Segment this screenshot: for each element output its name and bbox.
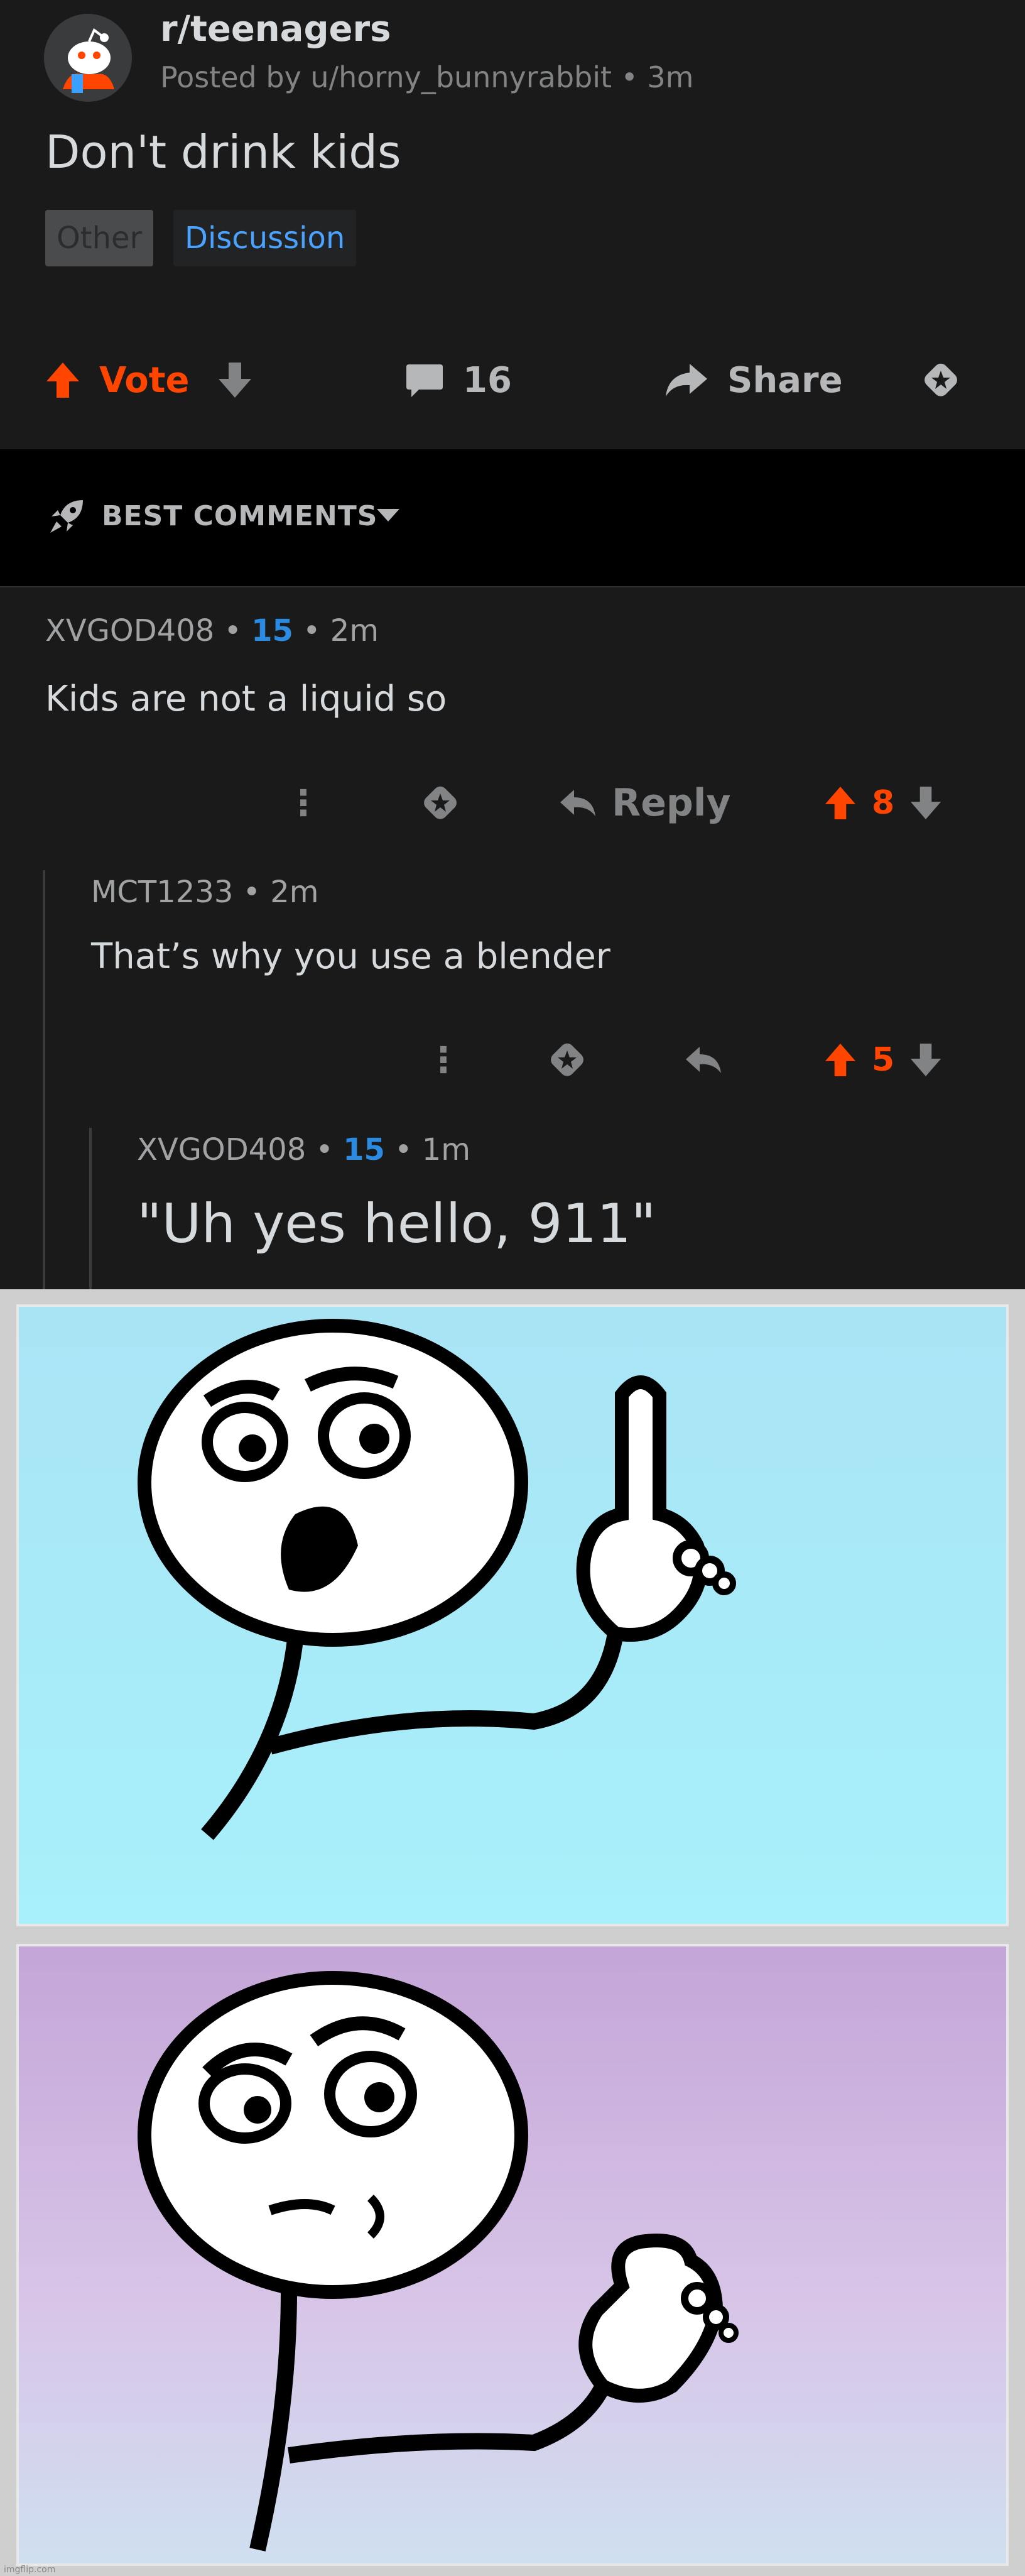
comment-vote-control: 5 bbox=[824, 1029, 942, 1091]
comment-actions: ⋮ bbox=[286, 772, 321, 834]
watermark: imgflip.com bbox=[4, 2565, 56, 2575]
comment-body: "Uh yes hello, 911" bbox=[137, 1192, 656, 1255]
comment-vote-control: 8 bbox=[824, 772, 942, 834]
comments-button[interactable]: 16 bbox=[405, 349, 512, 412]
share-label: Share bbox=[727, 359, 843, 401]
downvote-icon[interactable] bbox=[909, 785, 942, 821]
comment-author[interactable]: XVGOD408 bbox=[137, 1132, 306, 1167]
comment-meta: MCT1233 • 2m bbox=[91, 875, 319, 910]
stick-figure-pointing bbox=[138, 1319, 736, 1840]
award-button[interactable] bbox=[920, 349, 962, 412]
comment-meta: XVGOD408 • 15 • 2m bbox=[45, 613, 379, 648]
subreddit-avatar[interactable] bbox=[44, 14, 132, 102]
reply-label: Reply bbox=[612, 781, 731, 825]
upvote-icon[interactable] bbox=[45, 361, 80, 399]
comment-author[interactable]: XVGOD408 bbox=[45, 613, 214, 648]
reddit-post-screen: r/teenagers Posted by u/horny_bunnyrabbi… bbox=[0, 0, 1025, 1289]
comment-age: 2m bbox=[270, 875, 319, 910]
subreddit-name[interactable]: r/teenagers bbox=[160, 9, 391, 50]
vote-count: 8 bbox=[872, 784, 895, 822]
reply-button[interactable]: Reply bbox=[559, 772, 731, 834]
comment-age: 2m bbox=[330, 613, 379, 648]
post-byline: Posted by u/horny_bunnyrabbit • 3m bbox=[160, 60, 694, 94]
downvote-icon[interactable] bbox=[909, 1042, 942, 1078]
award-icon bbox=[925, 363, 957, 396]
comment-award-wrap bbox=[420, 772, 461, 834]
divider bbox=[0, 586, 1025, 587]
rocket-icon bbox=[50, 500, 83, 533]
comment-meta: XVGOD408 • 15 • 1m bbox=[137, 1132, 471, 1167]
comment-age: 1m bbox=[421, 1132, 471, 1167]
award-icon[interactable] bbox=[546, 1039, 588, 1081]
upvote-icon[interactable] bbox=[824, 1042, 857, 1078]
reply-button[interactable] bbox=[685, 1029, 722, 1091]
share-icon bbox=[666, 364, 707, 396]
comment-icon bbox=[406, 364, 443, 397]
thread-line[interactable] bbox=[89, 1128, 92, 1289]
caret-down-icon[interactable] bbox=[376, 508, 401, 523]
reply-icon bbox=[560, 790, 595, 816]
meme-image: imgflip.com bbox=[0, 1289, 1025, 2576]
reply-icon bbox=[686, 1047, 721, 1073]
meme-panel-top bbox=[16, 1304, 1009, 1926]
more-icon[interactable]: ⋮ bbox=[426, 1040, 461, 1081]
author-score: 15 bbox=[343, 1132, 385, 1167]
sort-label[interactable]: BEST COMMENTS bbox=[102, 500, 377, 532]
flair-discussion[interactable]: Discussion bbox=[173, 210, 357, 266]
flair-other[interactable]: Other bbox=[45, 210, 154, 266]
thread-line[interactable] bbox=[43, 870, 45, 1289]
vote-control: Vote bbox=[45, 349, 252, 412]
vote-count: 5 bbox=[872, 1041, 895, 1079]
post-title[interactable]: Don't drink kids bbox=[45, 126, 401, 178]
author-score: 15 bbox=[251, 613, 293, 648]
comment-body: Kids are not a liquid so bbox=[45, 679, 447, 719]
comment-count: 16 bbox=[463, 359, 512, 401]
comment-actions: ⋮ bbox=[426, 1029, 461, 1091]
stick-figure-thinking bbox=[138, 1971, 739, 2551]
share-button[interactable]: Share bbox=[664, 349, 843, 412]
award-icon[interactable] bbox=[420, 782, 461, 824]
comment-award-wrap bbox=[546, 1029, 588, 1091]
meme-panel-bottom bbox=[16, 1944, 1009, 2566]
more-icon[interactable]: ⋮ bbox=[286, 783, 321, 824]
downvote-icon[interactable] bbox=[217, 361, 252, 399]
comment-author[interactable]: MCT1233 bbox=[91, 875, 233, 910]
snoo-avatar-icon bbox=[44, 14, 132, 102]
comment-body: That’s why you use a blender bbox=[91, 936, 610, 977]
upvote-icon[interactable] bbox=[824, 785, 857, 821]
vote-label: Vote bbox=[99, 359, 190, 401]
